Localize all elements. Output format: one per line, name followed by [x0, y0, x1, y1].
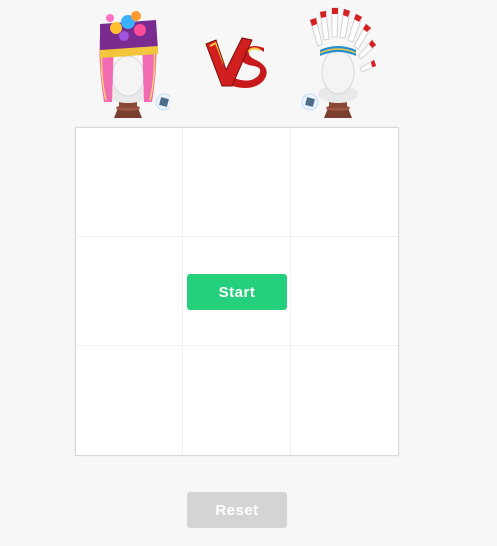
player-right-avatar — [296, 6, 380, 120]
start-button[interactable]: Start — [187, 274, 287, 310]
board-cell[interactable] — [76, 128, 184, 237]
vs-icon — [205, 37, 267, 88]
reset-button[interactable]: Reset — [187, 492, 287, 528]
match-header — [0, 0, 497, 120]
feather-war-bonnet-avatar — [301, 7, 377, 118]
vs-logo — [202, 34, 272, 92]
board-cell[interactable] — [76, 346, 184, 455]
board-cell[interactable] — [290, 128, 398, 237]
board-cell[interactable] — [183, 346, 291, 455]
board-cell[interactable] — [291, 346, 398, 455]
board-cell[interactable] — [76, 237, 184, 346]
player-left-avatar — [86, 6, 170, 120]
board-cell[interactable] — [290, 237, 398, 346]
pink-feathered-headdress-avatar — [99, 11, 170, 118]
board-cell[interactable] — [183, 128, 291, 237]
